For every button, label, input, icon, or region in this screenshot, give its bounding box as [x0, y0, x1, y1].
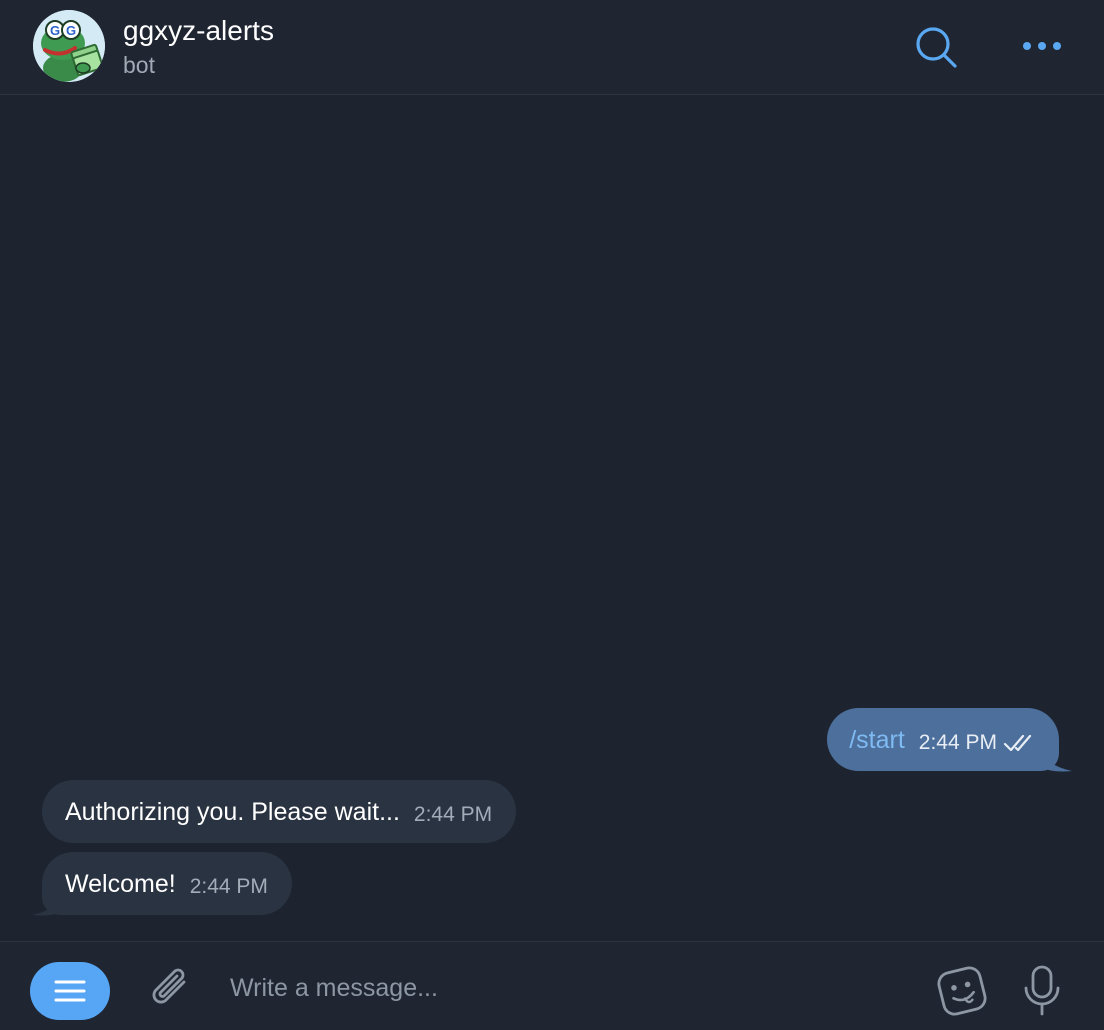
message-text: Welcome! — [65, 869, 176, 898]
message-list[interactable]: /start 2:44 PM Authorizing you. Please w… — [0, 95, 1104, 941]
chat-title[interactable]: ggxyz-alerts — [123, 14, 274, 48]
incoming-message[interactable]: Authorizing you. Please wait... 2:44 PM — [42, 780, 517, 843]
outgoing-message[interactable]: /start 2:44 PM — [827, 708, 1059, 771]
search-icon — [916, 27, 957, 68]
voice-record-button[interactable] — [1020, 962, 1064, 1020]
frog-holding-money-icon: G G — [33, 10, 105, 82]
more-horizontal-icon — [1023, 42, 1061, 50]
message-time: 2:44 PM — [189, 874, 268, 898]
message-input[interactable] — [230, 968, 890, 1008]
attach-button[interactable] — [146, 964, 196, 1014]
bot-menu-button[interactable] — [30, 962, 110, 1020]
double-check-icon — [1003, 734, 1032, 751]
more-options-button[interactable] — [1018, 28, 1066, 64]
sticker-icon — [937, 966, 987, 1016]
search-button[interactable] — [912, 24, 960, 72]
chat-window: G G ggxyz-alerts bot /start 2:44 PM Auth… — [0, 0, 1104, 1030]
bot-command-link[interactable]: /start — [849, 725, 905, 755]
chat-avatar[interactable]: G G — [33, 10, 105, 82]
sticker-button[interactable] — [932, 962, 992, 1020]
bubble-tail — [1040, 747, 1072, 772]
menu-icon — [54, 980, 86, 1002]
svg-text:G: G — [50, 23, 60, 38]
chat-header: G G ggxyz-alerts bot — [0, 0, 1104, 95]
incoming-message[interactable]: Welcome! 2:44 PM — [42, 852, 292, 915]
message-time: 2:44 PM — [413, 802, 493, 826]
message-time: 2:44 PM — [918, 730, 997, 754]
bubble-tail — [32, 891, 64, 916]
paperclip-icon — [152, 968, 186, 1004]
svg-text:G: G — [66, 23, 76, 38]
chat-status: bot — [123, 52, 155, 78]
microphone-icon — [1024, 965, 1060, 1016]
message-composer — [0, 941, 1104, 1030]
message-text: Authorizing you. Please wait... — [65, 797, 400, 826]
